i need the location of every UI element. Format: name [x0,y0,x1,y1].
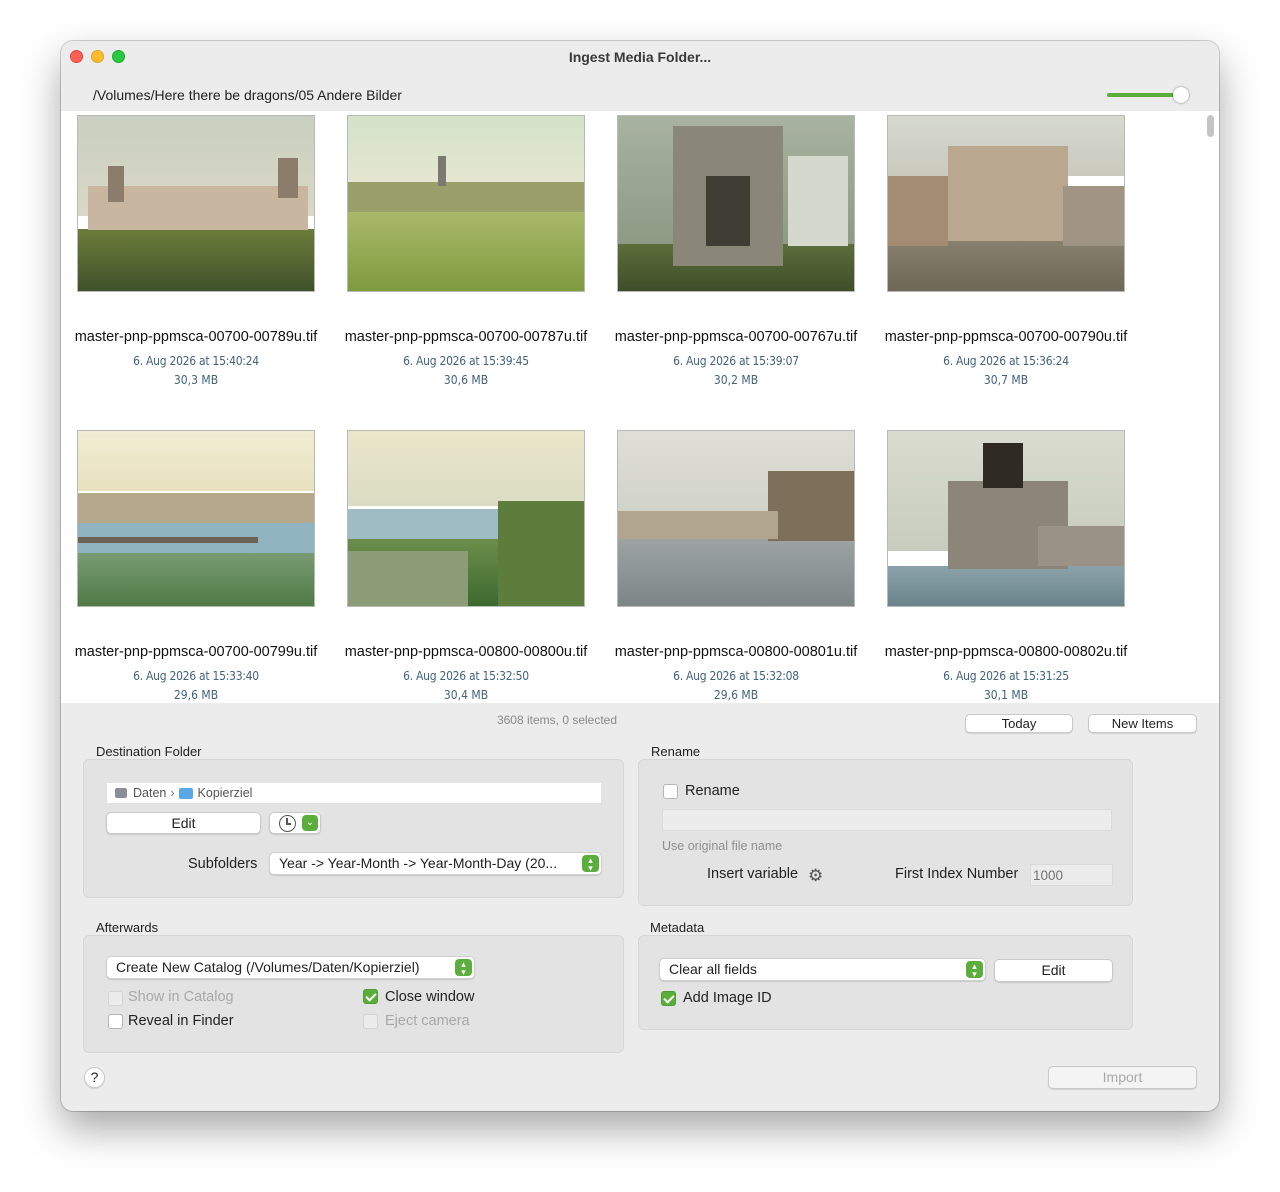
file-size: 29,6 MB [173,688,219,702]
file-size: 30,1 MB [983,688,1029,702]
close-window-label: Close window [385,989,475,1005]
source-path: /Volumes/Here there be dragons/05 Andere… [93,87,402,103]
file-size: 30,2 MB [713,373,759,387]
file-size: 30,7 MB [983,373,1029,387]
file-date: 6. Aug 2026 at 15:39:07 [673,354,799,368]
add-image-id-label: Add Image ID [683,990,772,1006]
add-image-id-checkbox[interactable] [661,991,676,1006]
file-date: 6. Aug 2026 at 15:32:50 [403,669,529,683]
rename-checkbox[interactable] [663,784,678,799]
file-date: 6. Aug 2026 at 15:36:24 [943,354,1069,368]
slider-knob[interactable] [1172,87,1189,103]
thumbnail-image[interactable] [77,430,315,607]
eject-camera-label: Eject camera [385,1013,470,1029]
destination-folder-panel: Daten › Kopierziel Edit ⌄ Subfolders Year … [83,759,624,898]
file-date: 6. Aug 2026 at 15:33:40 [133,669,259,683]
destination-edit-button[interactable]: Edit [106,812,261,834]
popup-arrows-icon: ▴ ▾ [582,855,599,873]
afterwards-heading: Afterwards [96,920,159,935]
file-date: 6. Aug 2026 at 15:32:08 [673,669,799,683]
title-bar: Ingest Media Folder... [61,41,1219,73]
new-items-button[interactable]: New Items [1088,714,1197,733]
recent-destinations-button[interactable]: ⌄ [269,812,321,834]
first-index-field[interactable] [1030,864,1113,886]
thumbnail-image[interactable] [77,115,315,292]
thumbnail-image[interactable] [617,115,855,292]
ingest-window: Ingest Media Folder... /Volumes/Here the… [61,41,1219,1111]
rename-hint: Use original file name [662,839,783,853]
thumbnail-image[interactable] [887,115,1125,292]
file-name: master-pnp-ppmsca-00800-00802u.tif [884,644,1128,660]
clock-icon [279,815,296,832]
window-title: Ingest Media Folder... [568,49,712,65]
metadata-panel: Clear all fields ▴ ▾ Edit Add Image ID [638,935,1133,1030]
slider-fill [1107,93,1181,97]
thumbnail-image[interactable] [617,430,855,607]
file-name: master-pnp-ppmsca-00700-00767u.tif [614,329,858,345]
file-size: 29,6 MB [713,688,759,702]
thumbnail-image[interactable] [347,115,585,292]
show-in-catalog-checkbox[interactable] [108,991,123,1006]
popup-arrows-icon: ▴ ▾ [455,959,472,977]
hard-disk-icon [115,788,127,798]
metadata-value: Clear all fields [669,961,757,977]
metadata-heading: Metadata [650,920,705,935]
file-date: 6. Aug 2026 at 15:40:24 [133,354,259,368]
reveal-in-finder-checkbox[interactable] [108,1014,123,1029]
file-date: 6. Aug 2026 at 15:39:45 [403,354,529,368]
zoom-window-button[interactable] [112,50,125,63]
thumbnail-grid: master-pnp-ppmsca-00700-00789u.tif 6. Aug… [61,111,1219,703]
subfolders-value: Year -> Year-Month -> Year-Month-Day (20… [279,855,558,871]
file-name: master-pnp-ppmsca-00700-00799u.tif [74,644,318,660]
path-separator-icon: › [170,786,175,800]
destination-folder-name: Kopierziel [197,786,253,800]
first-index-label: First Index Number [895,866,1019,882]
scrollbar-thumb[interactable] [1207,115,1214,137]
destination-folder-heading: Destination Folder [96,744,202,759]
thumbnail-image[interactable] [887,430,1125,607]
thumbnail-size-slider[interactable] [1107,87,1189,103]
close-window-button[interactable] [70,50,83,63]
file-name: master-pnp-ppmsca-00800-00800u.tif [344,644,588,660]
gear-icon[interactable]: ⚙ [808,867,823,884]
import-button[interactable]: Import [1048,1066,1197,1089]
thumbnail-image[interactable] [347,430,585,607]
rename-checkbox-label: Rename [685,783,740,799]
eject-camera-checkbox[interactable] [363,1014,378,1029]
insert-variable-label: Insert variable [707,866,799,882]
path-bar: /Volumes/Here there be dragons/05 Andere… [61,73,1219,111]
file-date: 6. Aug 2026 at 15:31:25 [943,669,1069,683]
rename-panel: Rename Use original file name Insert var… [638,759,1133,906]
selection-status: 3608 items, 0 selected [496,713,618,727]
file-name: master-pnp-ppmsca-00700-00787u.tif [344,329,588,345]
minimize-window-button[interactable] [91,50,104,63]
after-import-popup[interactable]: Create New Catalog (/Volumes/Daten/Kopie… [106,956,475,979]
rename-heading: Rename [651,744,701,759]
folder-icon [178,788,193,799]
popup-arrows-icon: ▴ ▾ [966,961,983,979]
subfolders-popup[interactable]: Year -> Year-Month -> Year-Month-Day (20… [269,852,602,875]
file-size: 30,3 MB [173,373,219,387]
destination-volume: Daten [133,786,167,800]
metadata-popup[interactable]: Clear all fields ▴ ▾ [659,958,986,981]
help-button[interactable]: ? [84,1067,105,1088]
subfolders-label: Subfolders [188,856,258,872]
show-in-catalog-label: Show in Catalog [128,989,234,1005]
close-window-checkbox[interactable] [363,989,378,1004]
rename-pattern-field[interactable] [662,809,1112,831]
metadata-edit-button[interactable]: Edit [994,959,1113,982]
today-button[interactable]: Today [965,714,1073,733]
file-name: master-pnp-ppmsca-00700-00789u.tif [74,329,318,345]
file-name: master-pnp-ppmsca-00700-00790u.tif [884,329,1128,345]
after-import-value: Create New Catalog (/Volumes/Daten/Kopie… [116,959,420,975]
file-name: master-pnp-ppmsca-00800-00801u.tif [614,644,858,660]
destination-path-control[interactable]: Daten › Kopierziel [106,782,602,804]
file-size: 30,6 MB [443,373,489,387]
file-size: 30,4 MB [443,688,489,702]
chevron-down-icon: ⌄ [302,815,318,831]
afterwards-panel: Create New Catalog (/Volumes/Daten/Kopie… [83,935,624,1053]
reveal-in-finder-label: Reveal in Finder [128,1013,234,1029]
